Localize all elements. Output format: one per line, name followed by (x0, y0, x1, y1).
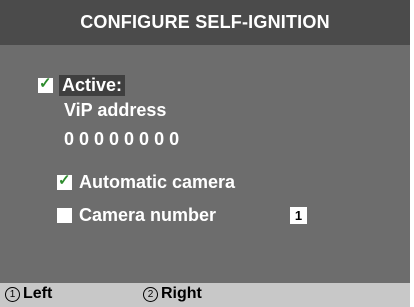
camera-number-checkbox[interactable] (57, 208, 72, 223)
vip-address-label: ViP address (64, 100, 167, 120)
settings-panel: ✓ Active: ViP address 0 0 0 0 0 0 0 0 ✓ … (0, 45, 410, 283)
automatic-camera-label: Automatic camera (79, 172, 236, 192)
vip-address-value[interactable]: 0 0 0 0 0 0 0 0 (64, 129, 179, 150)
screen-title: CONFIGURE SELF-IGNITION (0, 0, 410, 45)
checkmark-icon: ✓ (39, 75, 52, 92)
configure-self-ignition-screen: CONFIGURE SELF-IGNITION ✓ Active: ViP ad… (0, 0, 410, 307)
active-checkbox[interactable]: ✓ (38, 75, 53, 93)
right-softkey[interactable]: 2 Right (143, 285, 202, 303)
vip-address-value-row[interactable]: 0 0 0 0 0 0 0 0 (64, 129, 179, 150)
automatic-camera-row[interactable]: ✓ Automatic camera (57, 172, 235, 193)
key-1-icon: 1 (5, 286, 20, 302)
camera-number-row[interactable]: Camera number (57, 205, 216, 226)
camera-number-label: Camera number (79, 205, 217, 225)
camera-number-value[interactable]: 1 (290, 207, 307, 224)
active-row[interactable]: ✓ Active: (38, 75, 126, 96)
softkey-footer: 1 Left 2 Right (0, 283, 410, 307)
active-label: Active: (59, 75, 126, 96)
left-softkey[interactable]: 1 Left (5, 285, 52, 303)
key-2-icon: 2 (143, 286, 158, 302)
checkmark-icon: ✓ (58, 172, 71, 189)
right-softkey-label: Right (161, 285, 202, 302)
vip-address-row: ViP address (64, 100, 166, 121)
left-softkey-label: Left (23, 285, 53, 302)
automatic-camera-checkbox[interactable]: ✓ (57, 172, 72, 190)
